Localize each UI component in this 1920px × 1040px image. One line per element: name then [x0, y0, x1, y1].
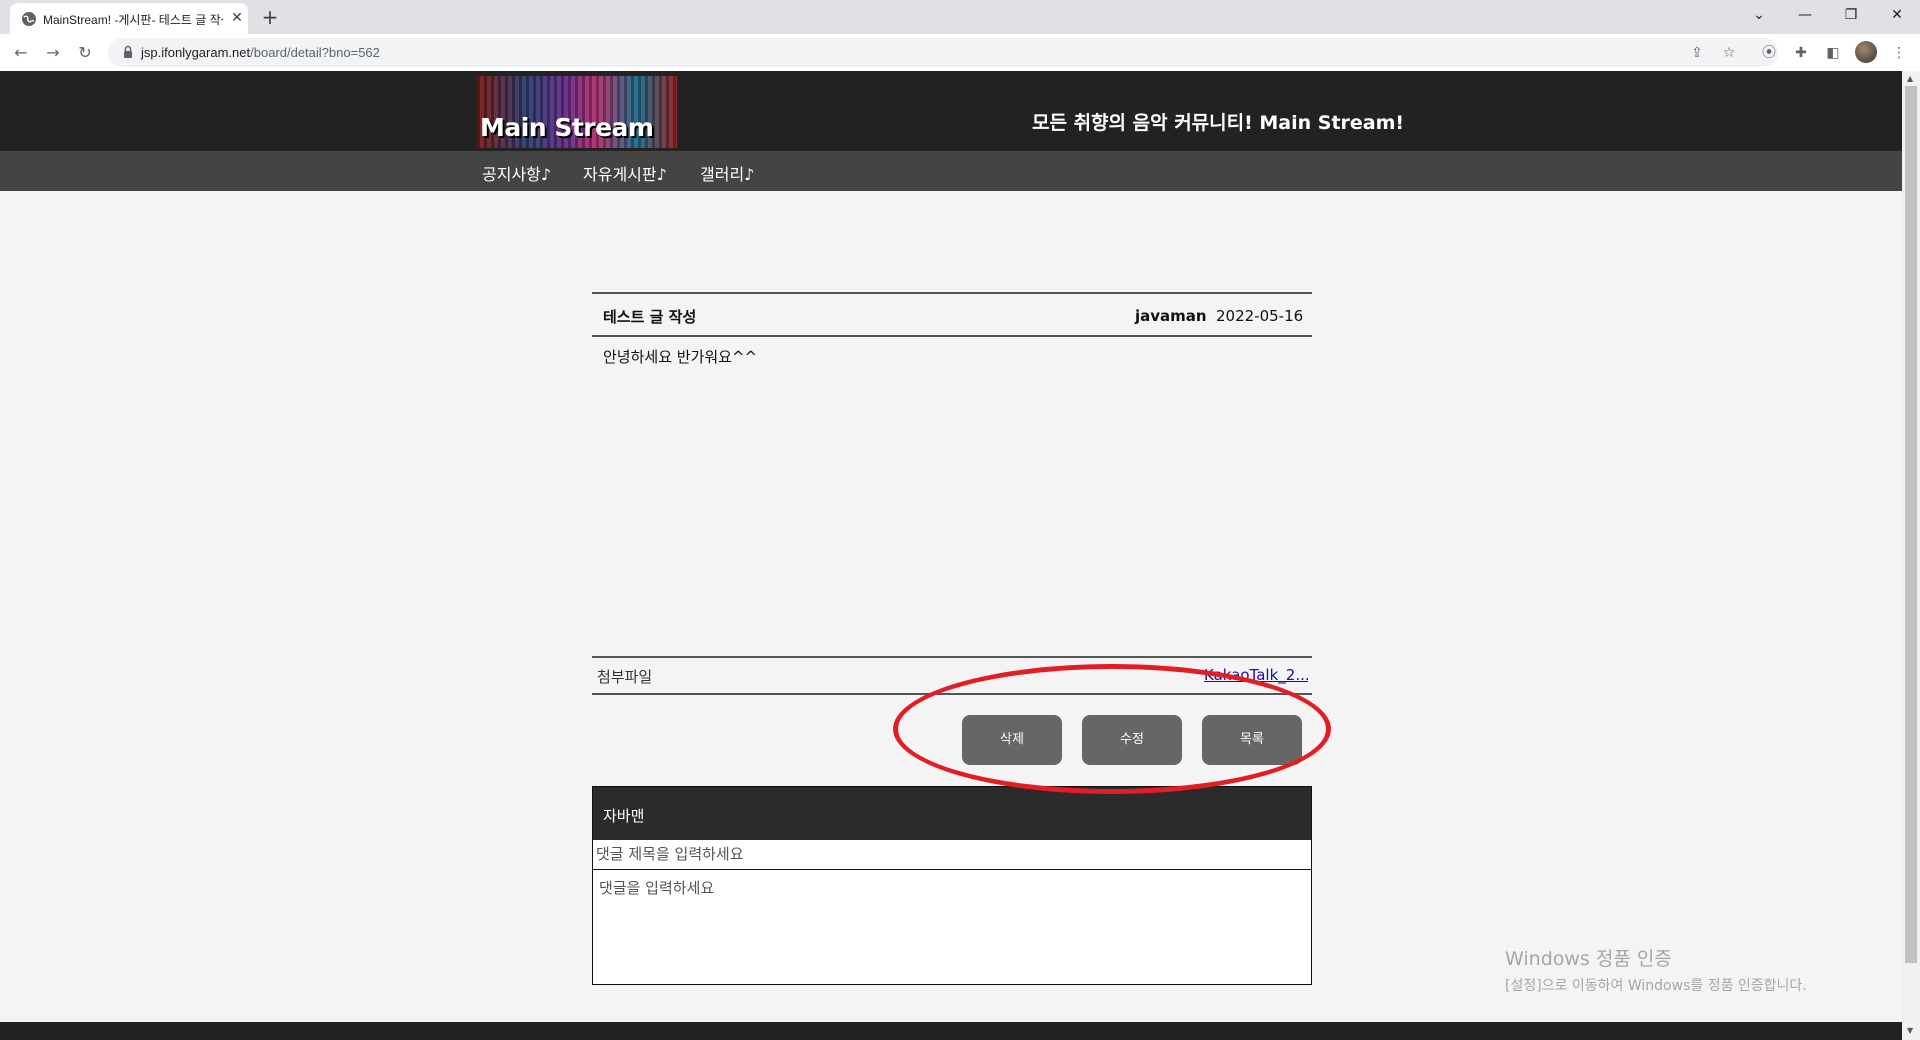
browser-tab-strip: MainStream! -게시판- 테스트 글 작성 ✕ + ⌄ — ❐ ✕ [0, 0, 1920, 34]
window-close-icon[interactable]: ✕ [1874, 0, 1920, 30]
back-icon[interactable]: ← [8, 40, 34, 66]
reload-icon[interactable]: ↻ [72, 40, 98, 66]
nav-item-notice[interactable]: 공지사항♪ [482, 161, 551, 185]
post-header: 테스트 글 작성 javaman 2022-05-16 [592, 292, 1312, 337]
restore-icon[interactable]: ❐ [1828, 0, 1874, 30]
annotation-ellipse [893, 664, 1331, 794]
tab-search-icon[interactable]: ⌄ [1736, 0, 1782, 30]
forward-icon[interactable]: → [40, 40, 66, 66]
post-body: 안녕하세요 반가워요^^ [603, 348, 758, 366]
comment-body-textarea[interactable]: 댓글을 입력하세요 [599, 877, 714, 898]
watermark-subtitle: [설정]으로 이동하여 Windows를 정품 인증합니다. [1505, 978, 1807, 994]
post-author: javaman [1135, 307, 1207, 325]
nav-item-gallery[interactable]: 갤러리♪ [700, 161, 754, 185]
post-date: 2022-05-16 [1216, 307, 1304, 325]
share-icon[interactable]: ⇪ [1684, 40, 1710, 66]
menu-kebab-icon[interactable]: ⋮ [1886, 40, 1912, 66]
comment-username: 자바맨 [603, 807, 645, 825]
nav-item-free-board[interactable]: 자유게시판♪ [583, 161, 667, 185]
side-panel-icon[interactable]: ◧ [1820, 40, 1846, 66]
watermark-title: Windows 정품 인증 [1505, 948, 1672, 970]
extension-icon[interactable]: ⦿ [1756, 40, 1782, 66]
url-host: jsp.ifonlygaram.net [141, 45, 251, 60]
bookmark-star-icon[interactable]: ☆ [1716, 40, 1742, 66]
page-scrollbar[interactable]: ▲ ▼ [1902, 71, 1920, 1040]
puzzle-icon[interactable]: ✚ [1788, 40, 1814, 66]
url-path: /board/detail?bno=562 [250, 45, 380, 60]
url-text: jsp.ifonlygaram.net/board/detail?bno=562 [141, 45, 380, 60]
scroll-up-icon[interactable]: ▲ [1907, 74, 1913, 83]
globe-icon [22, 12, 36, 26]
close-tab-icon[interactable]: ✕ [228, 9, 246, 27]
site-nav: 공지사항♪ 자유게시판♪ 갤러리♪ [0, 151, 1902, 191]
tab-title: MainStream! -게시판- 테스트 글 작성 [43, 13, 223, 27]
site-logo[interactable]: Main Stream [477, 76, 677, 148]
site-tagline: 모든 취향의 음악 커뮤니티! Main Stream! [1032, 112, 1405, 134]
address-bar[interactable]: jsp.ifonlygaram.net/board/detail?bno=562 [108, 38, 1778, 67]
comment-user-bar: 자바맨 [593, 787, 1311, 840]
lock-icon [124, 45, 132, 58]
comment-form: 자바맨 댓글 제목을 입력하세요 댓글을 입력하세요 [592, 786, 1312, 985]
browser-toolbar: ← → ↻ jsp.ifonlygaram.net/board/detail?b… [0, 34, 1920, 72]
scrollbar-thumb[interactable] [1905, 86, 1917, 963]
site-footer [0, 1022, 1902, 1040]
comment-title-input[interactable]: 댓글 제목을 입력하세요 [593, 840, 1311, 870]
windows-activation-watermark: Windows 정품 인증 [설정]으로 이동하여 Windows를 정품 인증… [1505, 944, 1807, 995]
new-tab-icon[interactable]: + [258, 5, 282, 29]
browser-tab[interactable]: MainStream! -게시판- 테스트 글 작성 ✕ [10, 3, 248, 34]
site-header: Main Stream 모든 취향의 음악 커뮤니티! Main Stream! [0, 71, 1902, 151]
post-title: 테스트 글 작성 [603, 308, 697, 326]
minimize-icon[interactable]: — [1782, 0, 1828, 30]
attachment-label: 첨부파일 [597, 668, 653, 686]
scroll-down-icon[interactable]: ▼ [1907, 1026, 1913, 1035]
profile-avatar[interactable] [1855, 41, 1877, 63]
logo-text: Main Stream [480, 113, 654, 142]
